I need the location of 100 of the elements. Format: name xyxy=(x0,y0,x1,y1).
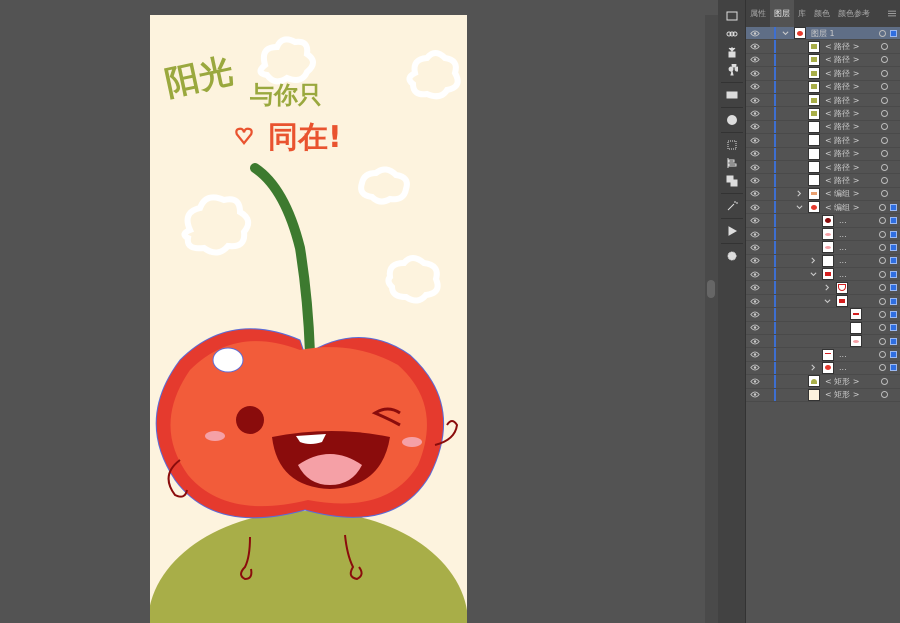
layer-row[interactable]: < 路径 > xyxy=(746,174,900,188)
layer-row[interactable] xyxy=(746,294,900,308)
target-circle-icon[interactable] xyxy=(881,176,888,184)
layer-row[interactable]: < 路径 > xyxy=(746,120,900,134)
layer-name[interactable]: ... xyxy=(839,242,847,252)
target-circle-icon[interactable] xyxy=(879,310,886,318)
eye-icon[interactable] xyxy=(750,176,760,184)
eye-icon[interactable] xyxy=(750,378,760,385)
layer-row[interactable]: ... xyxy=(746,348,900,362)
target-circle-icon[interactable] xyxy=(881,83,888,90)
layer-row[interactable] xyxy=(746,334,900,348)
eye-icon[interactable] xyxy=(750,217,760,224)
layer-name[interactable]: ... xyxy=(839,270,847,279)
menu-icon[interactable] xyxy=(888,10,896,17)
gradient-icon[interactable] xyxy=(726,89,738,101)
eye-icon[interactable] xyxy=(750,190,760,198)
panel-tab[interactable]: 颜色 xyxy=(810,0,834,27)
eye-icon[interactable] xyxy=(750,83,760,90)
layer-name[interactable]: < 路径 > xyxy=(825,68,860,79)
target-circle-icon[interactable] xyxy=(881,56,888,64)
caret-icon[interactable] xyxy=(810,257,817,264)
eye-icon[interactable] xyxy=(750,324,760,332)
target-circle-icon[interactable] xyxy=(881,190,888,198)
target-circle-icon[interactable] xyxy=(879,230,886,238)
layer-row[interactable]: < 路径 > xyxy=(746,148,900,161)
eye-icon[interactable] xyxy=(750,257,760,264)
layer-row[interactable] xyxy=(746,322,900,335)
target-circle-icon[interactable] xyxy=(879,204,886,211)
layer-row[interactable]: < 路径 > xyxy=(746,94,900,108)
eye-icon[interactable] xyxy=(750,230,760,238)
layer-name[interactable]: < 路径 > xyxy=(825,174,860,186)
target-circle-icon[interactable] xyxy=(879,298,886,304)
vertical-scrollbar[interactable] xyxy=(705,15,718,623)
eye-icon[interactable] xyxy=(750,391,760,398)
layer-row[interactable]: < 路径 > xyxy=(746,40,900,54)
eye-icon[interactable] xyxy=(750,43,760,50)
layer-row[interactable] xyxy=(746,308,900,322)
caret-icon[interactable] xyxy=(796,204,803,211)
layer-name[interactable]: ... xyxy=(839,230,847,239)
play-icon[interactable] xyxy=(726,225,738,237)
eye-icon[interactable] xyxy=(750,244,760,251)
target-circle-icon[interactable] xyxy=(881,70,888,77)
layer-name[interactable]: < 编组 > xyxy=(825,202,860,213)
layer-row[interactable]: < 路径 > xyxy=(746,160,900,174)
layer-row[interactable]: < 路径 > xyxy=(746,134,900,148)
target-circle-icon[interactable] xyxy=(879,257,886,264)
layer-name[interactable]: < 路径 > xyxy=(825,108,860,120)
layer-name[interactable]: ... xyxy=(839,363,847,372)
target-circle-icon[interactable] xyxy=(879,324,886,332)
caret-icon[interactable] xyxy=(824,284,831,292)
target-circle-icon[interactable] xyxy=(881,43,888,50)
caret-icon[interactable] xyxy=(810,270,817,278)
target-circle-icon[interactable] xyxy=(879,338,886,345)
layer-name[interactable]: ... xyxy=(839,256,847,266)
eye-icon[interactable] xyxy=(750,110,760,118)
eye-icon[interactable] xyxy=(750,56,760,64)
eye-icon[interactable] xyxy=(750,70,760,77)
layer-row[interactable]: ... xyxy=(746,254,900,268)
target-circle-icon[interactable] xyxy=(881,123,888,130)
eye-icon[interactable] xyxy=(750,164,760,171)
eye-icon[interactable] xyxy=(750,204,760,211)
target-circle-icon[interactable] xyxy=(879,270,886,278)
layer-row[interactable]: < 矩形 > xyxy=(746,388,900,402)
target-circle-icon[interactable] xyxy=(879,30,886,37)
layer-row[interactable]: < 路径 > xyxy=(746,80,900,94)
caret-icon[interactable] xyxy=(782,30,789,37)
layer-row[interactable]: < 矩形 > xyxy=(746,375,900,389)
globe-icon[interactable] xyxy=(726,114,738,126)
panel-tab[interactable]: 属性 xyxy=(746,0,770,27)
caret-icon[interactable] xyxy=(796,190,803,198)
eye-icon[interactable] xyxy=(750,338,760,345)
target-circle-icon[interactable] xyxy=(879,284,886,292)
eye-icon[interactable] xyxy=(750,284,760,292)
layer-row[interactable]: ... xyxy=(746,214,900,228)
layer-row[interactable]: 图层 1 xyxy=(746,27,900,40)
target-circle-icon[interactable] xyxy=(881,136,888,144)
layer-row[interactable]: < 编组 > xyxy=(746,188,900,202)
layer-name[interactable]: < 路径 > xyxy=(825,94,860,106)
panel-tab[interactable]: 图层 xyxy=(770,0,794,27)
layer-name[interactable]: ... xyxy=(839,216,847,226)
wand-icon[interactable] xyxy=(726,200,738,212)
layer-row[interactable]: < 路径 > xyxy=(746,54,900,68)
eye-icon[interactable] xyxy=(750,30,760,37)
eye-icon[interactable] xyxy=(750,351,760,358)
layer-name[interactable]: < 路径 > xyxy=(825,121,860,132)
layer-row[interactable]: < 编组 > xyxy=(746,201,900,214)
eye-icon[interactable] xyxy=(750,150,760,158)
layer-row[interactable]: ... xyxy=(746,228,900,242)
layer-name[interactable]: < 编组 > xyxy=(825,188,860,200)
target-circle-icon[interactable] xyxy=(881,150,888,158)
eye-icon[interactable] xyxy=(750,136,760,144)
layer-name[interactable]: < 路径 > xyxy=(825,54,860,66)
layer-name[interactable]: < 路径 > xyxy=(825,41,860,52)
layer-name[interactable]: < 矩形 > xyxy=(825,376,860,387)
eye-icon[interactable] xyxy=(750,310,760,318)
panel-tab[interactable]: 颜色参考 xyxy=(834,0,874,27)
layer-name[interactable]: 图层 1 xyxy=(811,28,835,39)
target-circle-icon[interactable] xyxy=(879,364,886,372)
target-circle-icon[interactable] xyxy=(879,217,886,224)
layer-name[interactable]: ... xyxy=(839,350,847,360)
